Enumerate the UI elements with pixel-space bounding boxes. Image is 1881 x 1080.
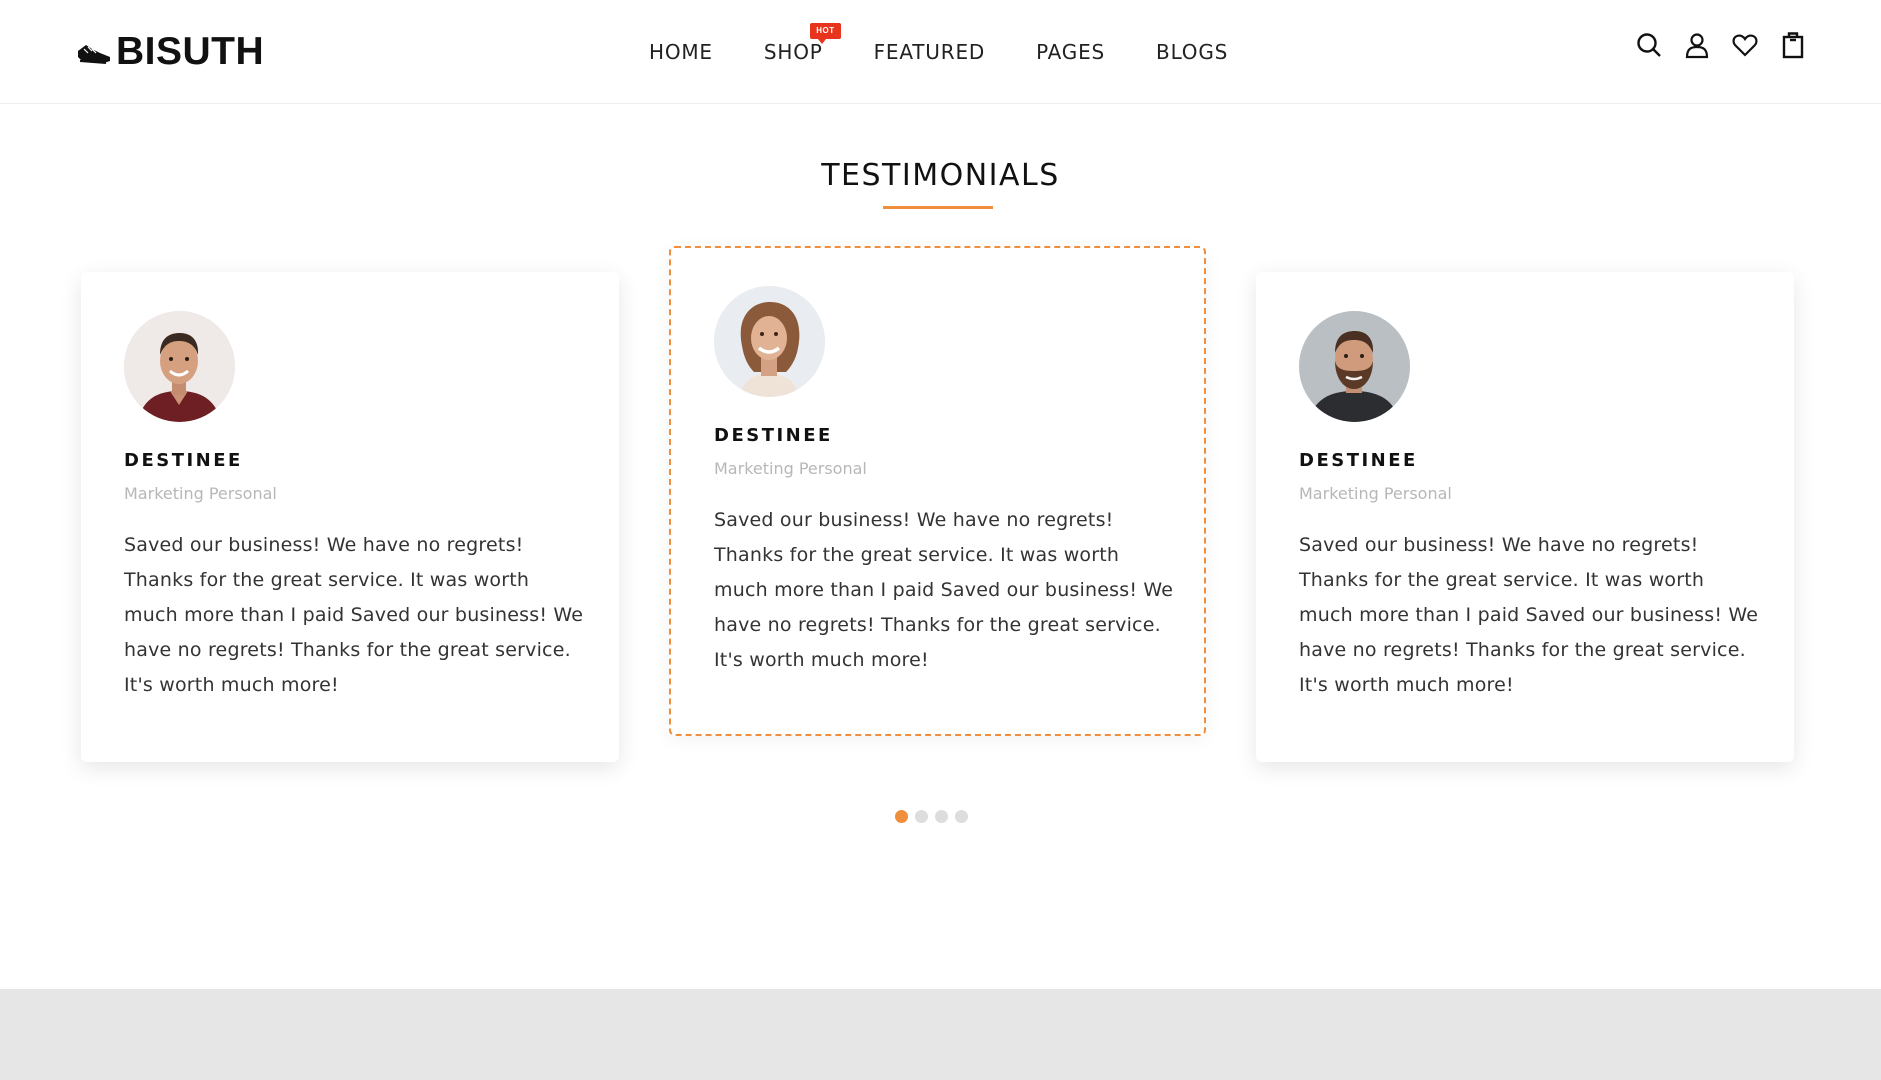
- testimonial-card: DESTINEE Marketing Personal Saved our bu…: [81, 272, 619, 762]
- carousel-dot-4[interactable]: [955, 810, 968, 823]
- site-header: BISUTH HOME SHOP HOT FEATURED PAGES BLOG…: [0, 0, 1881, 104]
- footer-band: [0, 989, 1881, 1080]
- brand-logo[interactable]: BISUTH: [76, 30, 264, 74]
- nav-pages[interactable]: PAGES: [1036, 40, 1105, 64]
- testimonial-quote: Saved our business! We have no regrets! …: [714, 509, 1174, 671]
- nav-shop[interactable]: SHOP HOT: [763, 23, 841, 64]
- main-nav: HOME SHOP HOT FEATURED PAGES BLOGS: [649, 23, 1228, 66]
- carousel-dot-2[interactable]: [915, 810, 928, 823]
- carousel-dot-3[interactable]: [935, 810, 948, 823]
- hot-badge: HOT: [810, 23, 841, 44]
- avatar: [124, 311, 235, 422]
- nav-home[interactable]: HOME: [649, 40, 713, 64]
- nav-home-label: HOME: [649, 40, 713, 64]
- logo-text: BISUTH: [116, 30, 265, 73]
- search-icon[interactable]: [1634, 30, 1664, 60]
- nav-featured-label: FEATURED: [873, 40, 986, 64]
- reviewer-name: DESTINEE: [1299, 450, 1418, 471]
- reviewer-name: DESTINEE: [124, 450, 243, 471]
- reviewer-role: Marketing Personal: [714, 459, 867, 478]
- nav-blogs-label: BLOGS: [1156, 40, 1229, 64]
- reviewer-name: DESTINEE: [714, 425, 833, 446]
- shoe-logo-icon: [78, 45, 110, 64]
- reviewer-role: Marketing Personal: [1299, 484, 1452, 503]
- testimonial-quote: Saved our business! We have no regrets! …: [1299, 534, 1759, 696]
- nav-shop-label: SHOP: [763, 40, 823, 64]
- section-title: TESTIMONIALS: [821, 158, 1060, 193]
- reviewer-role: Marketing Personal: [124, 484, 277, 503]
- heart-icon[interactable]: [1730, 30, 1760, 60]
- avatar: [714, 286, 825, 397]
- header-actions: [1634, 30, 1808, 60]
- title-underline: [883, 206, 993, 209]
- carousel-dot-1[interactable]: [895, 810, 908, 823]
- testimonial-card: DESTINEE Marketing Personal Saved our bu…: [1256, 272, 1794, 762]
- nav-pages-label: PAGES: [1036, 40, 1106, 64]
- testimonial-card-active: DESTINEE Marketing Personal Saved our bu…: [669, 246, 1206, 736]
- nav-featured[interactable]: FEATURED: [874, 40, 985, 64]
- testimonial-quote: Saved our business! We have no regrets! …: [124, 534, 584, 696]
- shopping-bag-icon[interactable]: [1778, 30, 1808, 60]
- avatar: [1299, 311, 1410, 422]
- nav-blogs[interactable]: BLOGS: [1156, 40, 1228, 64]
- carousel-pagination: [895, 810, 968, 823]
- user-icon[interactable]: [1682, 30, 1712, 60]
